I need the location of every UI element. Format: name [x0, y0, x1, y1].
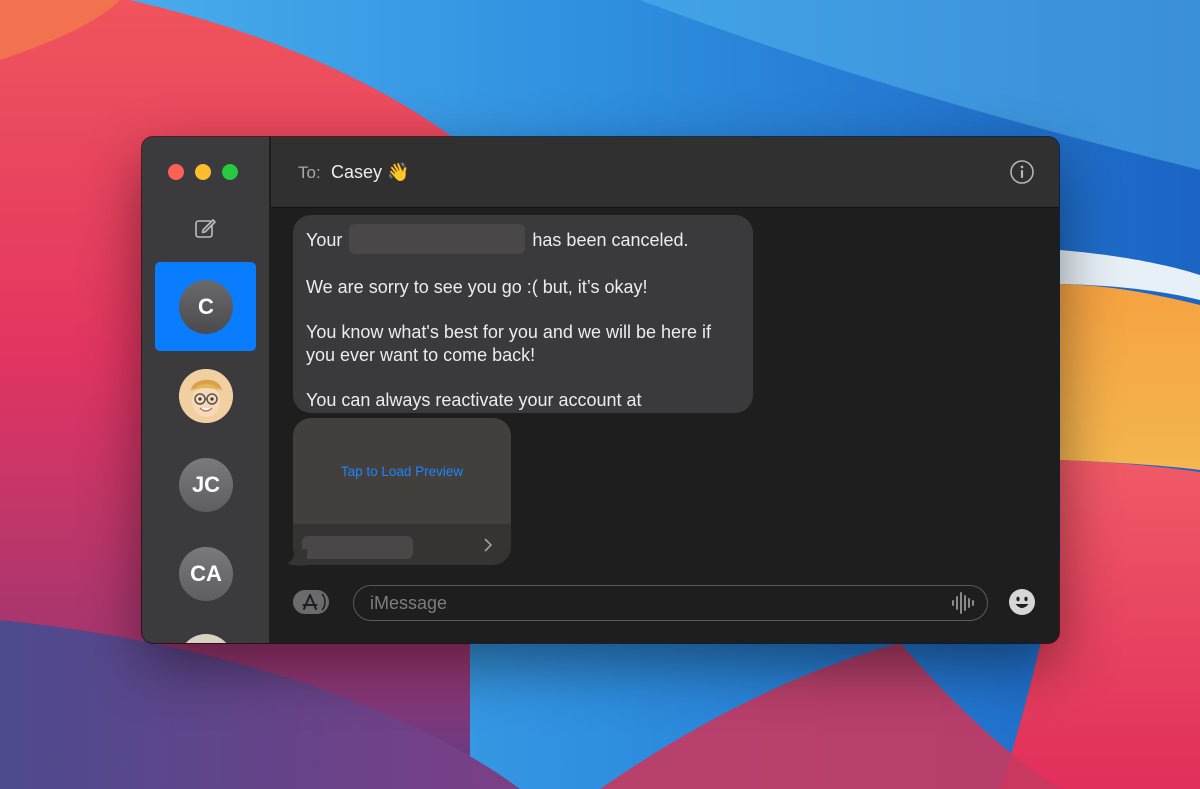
message-text: has been canceled. — [532, 230, 689, 250]
link-preview[interactable]: Tap to Load Preview — [293, 418, 511, 565]
waveform-icon[interactable] — [950, 591, 976, 615]
avatar: C — [179, 280, 233, 334]
messages-window: C JC CA To: Casey 👋 Your has been cancel… — [142, 137, 1059, 643]
message-text: Your — [306, 230, 343, 250]
conversation-item-ca[interactable]: CA — [155, 529, 256, 618]
close-button[interactable] — [168, 164, 184, 180]
photo-avatar — [179, 634, 233, 643]
link-preview-footer — [293, 524, 511, 565]
to-label: To: — [298, 163, 321, 182]
sidebar: C JC CA — [142, 137, 270, 643]
compose-icon[interactable] — [194, 217, 216, 239]
memoji-icon — [179, 369, 233, 423]
conversation-item-memoji[interactable] — [155, 351, 256, 440]
redacted-url — [302, 536, 413, 559]
recipient-name[interactable]: Casey 👋 — [331, 162, 409, 183]
message-text: We are sorry to see you go :( but, it’s … — [306, 277, 648, 297]
conversation-item-photo[interactable] — [155, 634, 256, 643]
message-text: You can always reactivate your account a… — [306, 390, 642, 410]
avatar: JC — [179, 458, 233, 512]
link-preview-image: Tap to Load Preview — [293, 418, 511, 524]
conversation-item-jc[interactable]: JC — [155, 440, 256, 529]
tap-to-load-preview[interactable]: Tap to Load Preview — [341, 464, 463, 479]
message-text: You know what's best for you and we will… — [306, 322, 711, 365]
zoom-button[interactable] — [222, 164, 238, 180]
chevron-right-icon — [484, 538, 493, 552]
emoji-icon[interactable] — [1008, 588, 1036, 616]
message-input-field[interactable] — [353, 585, 988, 621]
minimize-button[interactable] — [195, 164, 211, 180]
message-input[interactable] — [370, 590, 930, 616]
avatar: CA — [179, 547, 233, 601]
memoji-avatar — [179, 369, 233, 423]
redacted-text — [349, 224, 526, 254]
bubble-tail — [287, 549, 307, 566]
conversation-item-casey[interactable]: C — [155, 262, 256, 351]
message-bubble[interactable]: Your has been canceled. We are sorry to … — [293, 215, 753, 413]
conversation-header: To: Casey 👋 — [271, 137, 1059, 208]
info-icon[interactable] — [1009, 159, 1035, 185]
app-store-icon[interactable] — [292, 589, 330, 615]
